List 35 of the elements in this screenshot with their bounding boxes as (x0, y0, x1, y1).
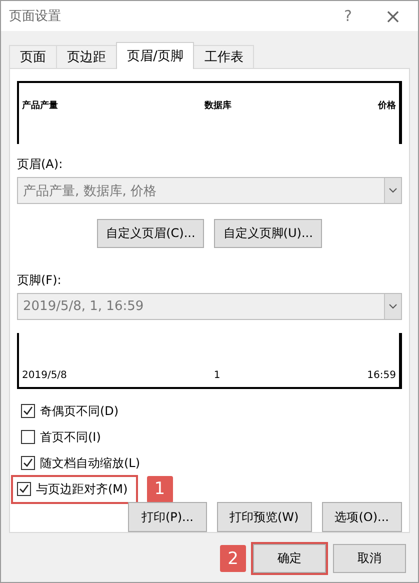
tab[interactable]: 页眉/页脚 (116, 42, 194, 69)
tab[interactable]: 页面 (9, 45, 57, 68)
checkbox[interactable] (17, 482, 31, 496)
print-button[interactable]: 打印(P)... (128, 502, 206, 532)
combo-value: 2019/5/8, 1, 16:59 (22, 298, 145, 316)
field-label: 页眉(A): (17, 156, 64, 174)
preview-text: 价格 (378, 100, 396, 112)
custom-button[interactable]: 自定义页眉(C)... (97, 219, 204, 248)
close-button[interactable]: × (368, 4, 418, 28)
help-button[interactable]: ? (328, 7, 368, 25)
field-label: 页脚(F): (17, 272, 62, 290)
checkbox-label[interactable]: 随文档自动缩放(L) (40, 454, 140, 472)
combo-value: 产品产量, 数据库, 价格 (22, 182, 158, 201)
tab[interactable]: 工作表 (193, 45, 254, 68)
step-badge: 1 (146, 476, 173, 502)
dialog-button[interactable]: 确定 (253, 544, 326, 573)
header-dropdown[interactable]: 产品产量, 数据库, 价格 (17, 177, 402, 204)
checkbox-label[interactable]: 奇偶页不同(D) (40, 402, 119, 420)
preview-text: 数据库 (204, 99, 232, 112)
print-button[interactable]: 打印预览(W) (216, 502, 312, 532)
footer-dropdown[interactable]: 2019/5/8, 1, 16:59 (17, 293, 402, 320)
custom-button[interactable]: 自定义页脚(U)... (214, 219, 322, 248)
checkbox-label[interactable]: 首页不同(I) (40, 428, 101, 446)
window-title: 页面设置 (9, 8, 62, 25)
step-badge: 2 (220, 545, 246, 572)
preview-text: 2019/5/8 (22, 370, 67, 381)
checkbox-label[interactable]: 与页边距对齐(M) (36, 480, 128, 498)
print-button[interactable]: 选项(O)... (322, 502, 402, 532)
checkbox[interactable] (21, 404, 35, 418)
preview-text: 16:59 (367, 370, 396, 381)
checkbox[interactable] (21, 456, 35, 470)
preview-text: 产品产量 (22, 99, 58, 112)
checkbox[interactable] (21, 430, 35, 444)
dialog-button[interactable]: 取消 (333, 544, 406, 573)
preview-text: 1 (214, 370, 220, 381)
